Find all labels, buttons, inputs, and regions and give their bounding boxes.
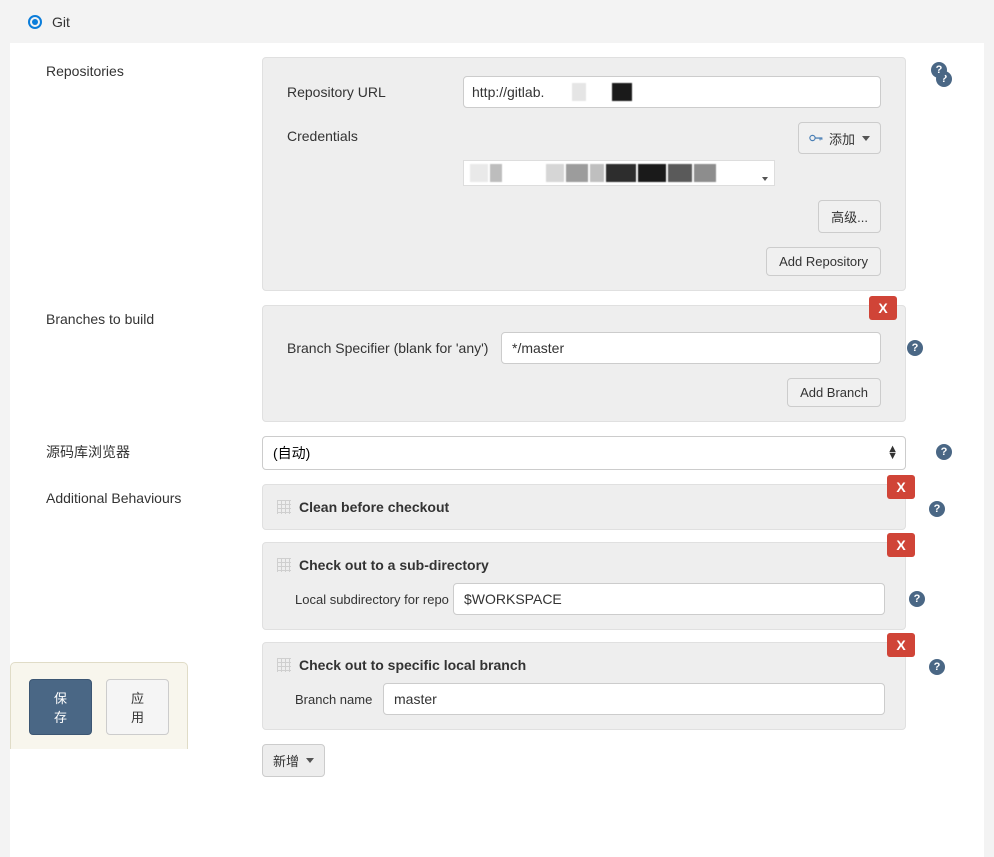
drag-handle-icon[interactable]: [277, 500, 291, 514]
repo-browser-section-label: 源码库浏览器: [10, 436, 262, 462]
behaviour-title-label: Clean before checkout: [299, 499, 449, 515]
repositories-section-label: Repositories: [10, 57, 262, 79]
repo-browser-select[interactable]: (自动): [262, 436, 906, 470]
key-icon: [809, 133, 823, 143]
repository-url-input[interactable]: http://gitlab.: [463, 76, 881, 108]
help-icon[interactable]: [907, 338, 923, 356]
credentials-select[interactable]: [463, 160, 775, 186]
behaviour-clean-before-checkout: X Clean before checkout: [262, 484, 906, 530]
repository-url-label: Repository URL: [287, 84, 463, 100]
additional-behaviours-section-label: Additional Behaviours: [10, 484, 262, 506]
help-icon[interactable]: [931, 60, 947, 78]
advanced-button[interactable]: 高级...: [818, 200, 881, 233]
add-credential-button[interactable]: 添加: [798, 122, 881, 154]
delete-behaviour-button[interactable]: X: [887, 533, 915, 557]
add-branch-button[interactable]: Add Branch: [787, 378, 881, 407]
behaviour-subdirectory: X Check out to a sub-directory Local sub…: [262, 542, 906, 630]
repository-panel: Repository URL http://gitlab.: [262, 57, 906, 291]
behaviour-title-label: Check out to a sub-directory: [299, 557, 489, 573]
delete-behaviour-button[interactable]: X: [887, 475, 915, 499]
subdirectory-label: Local subdirectory for repo: [277, 592, 453, 607]
branch-specifier-input[interactable]: [501, 332, 881, 364]
branch-name-label: Branch name: [277, 692, 383, 707]
drag-handle-icon[interactable]: [277, 558, 291, 572]
footer-actions: 保存 应用: [10, 662, 188, 749]
chevron-down-icon: [762, 177, 768, 181]
help-icon[interactable]: [936, 442, 952, 460]
credentials-label: Credentials: [287, 122, 463, 144]
save-button[interactable]: 保存: [29, 679, 92, 735]
chevron-down-icon: [306, 758, 314, 763]
apply-button[interactable]: 应用: [106, 679, 169, 735]
behaviour-local-branch: X Check out to specific local branch Bra…: [262, 642, 906, 730]
subdirectory-input[interactable]: [453, 583, 885, 615]
branch-panel: X Branch Specifier (blank for 'any') Add…: [262, 305, 906, 422]
scm-git-header[interactable]: Git: [10, 0, 984, 43]
delete-branch-button[interactable]: X: [869, 296, 897, 320]
branch-specifier-label: Branch Specifier (blank for 'any'): [287, 340, 501, 356]
add-repository-button[interactable]: Add Repository: [766, 247, 881, 276]
help-icon[interactable]: [929, 657, 945, 675]
chevron-down-icon: [862, 136, 870, 141]
behaviour-title-label: Check out to specific local branch: [299, 657, 526, 673]
scm-type-label: Git: [52, 14, 70, 30]
help-icon[interactable]: [929, 499, 945, 517]
radio-selected-icon: [28, 15, 42, 29]
branches-section-label: Branches to build: [10, 305, 262, 327]
branch-name-input[interactable]: [383, 683, 885, 715]
help-icon[interactable]: [909, 589, 925, 607]
drag-handle-icon[interactable]: [277, 658, 291, 672]
delete-behaviour-button[interactable]: X: [887, 633, 915, 657]
